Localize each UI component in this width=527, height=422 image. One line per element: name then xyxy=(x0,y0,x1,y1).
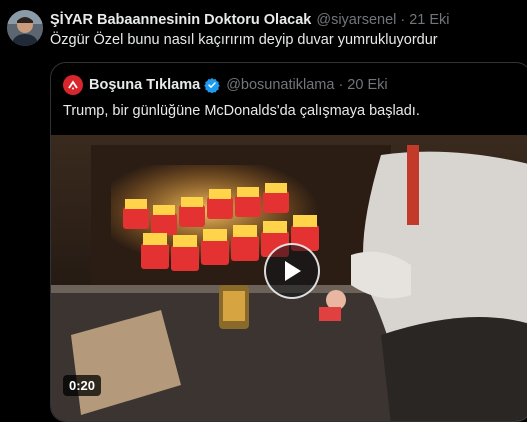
quoted-separator-dot: · xyxy=(338,77,344,93)
play-button[interactable] xyxy=(264,243,320,299)
avatar-photo xyxy=(7,10,43,46)
quoted-handle[interactable]: @bosunatiklama xyxy=(226,77,334,93)
video-duration-badge: 0:20 xyxy=(63,375,102,396)
quoted-tweet[interactable]: Boşuna Tıklama @bosunatiklama · 20 Eki T… xyxy=(50,62,527,422)
separator-dot: · xyxy=(400,11,406,28)
tweet-date[interactable]: 21 Eki xyxy=(409,12,449,28)
tweet-header: ŞİYAR Babaannesinin Doktoru Olacak @siya… xyxy=(50,10,450,29)
quoted-avatar[interactable] xyxy=(63,75,83,95)
quoted-date[interactable]: 20 Eki xyxy=(347,77,387,93)
user-avatar[interactable] xyxy=(7,10,43,46)
tweet-text: Özgür Özel bunu nasıl kaçırırım deyip du… xyxy=(50,32,438,48)
tweet[interactable]: ŞİYAR Babaannesinin Doktoru Olacak @siya… xyxy=(0,0,527,422)
video-player[interactable]: 0:20 xyxy=(51,135,527,421)
quoted-display-name[interactable]: Boşuna Tıklama xyxy=(89,77,200,93)
quoted-tweet-text: Trump, bir günlüğüne McDonalds'da çalışm… xyxy=(63,103,420,119)
quoted-avatar-logo-icon xyxy=(68,80,78,90)
play-icon xyxy=(285,261,301,281)
verified-badge-icon xyxy=(204,78,220,93)
display-name[interactable]: ŞİYAR Babaannesinin Doktoru Olacak xyxy=(50,12,311,28)
user-handle[interactable]: @siyarsenel xyxy=(316,12,396,28)
play-button-circle xyxy=(264,243,320,299)
quoted-tweet-header: Boşuna Tıklama @bosunatiklama · 20 Eki xyxy=(63,73,388,97)
